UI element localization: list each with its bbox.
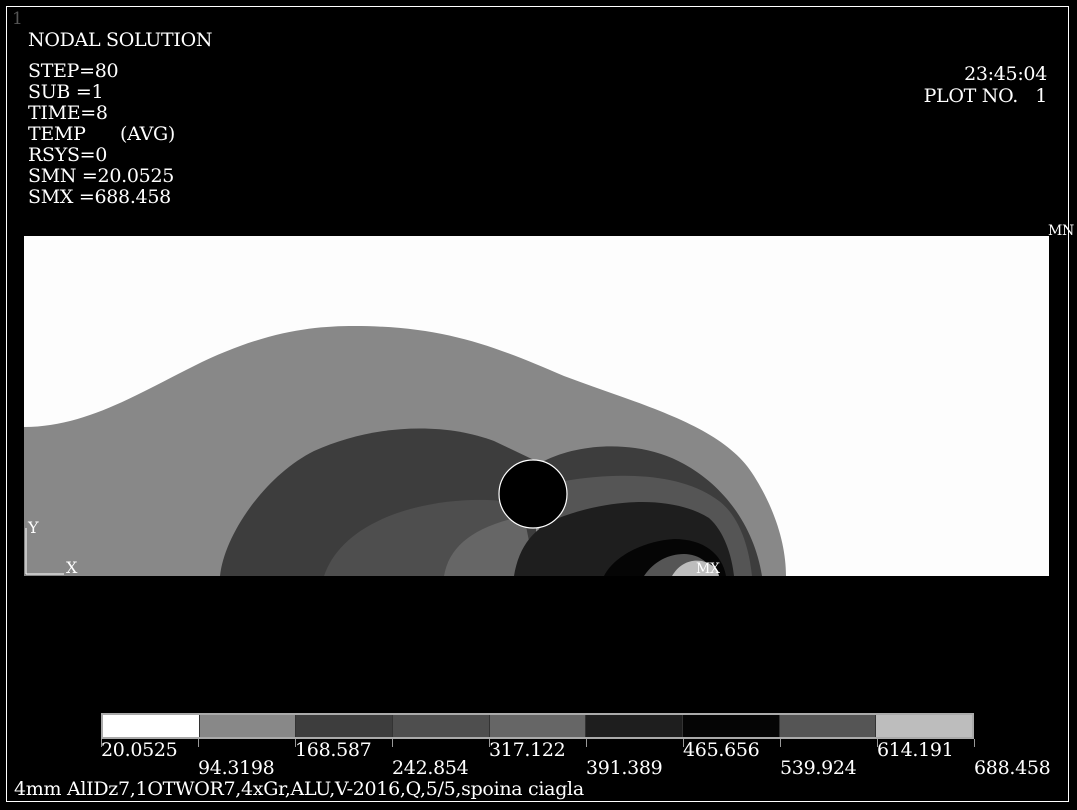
legend-value-label: 242.854: [392, 757, 469, 779]
time-label: TIME=8: [28, 102, 108, 124]
legend-swatch-7: [683, 715, 780, 737]
solution-type-label: NODAL SOLUTION: [28, 29, 213, 51]
step-label: STEP=80: [28, 60, 119, 82]
legend-value-label: 20.0525: [101, 739, 178, 761]
legend-swatch-6: [586, 715, 684, 737]
legend-value-label: 168.587: [295, 739, 372, 761]
legend-swatch-1: [103, 715, 200, 737]
model-title: 4mm AlIDz7,1OTWOR7,4xGr,ALU,V-2016,Q,5/5…: [14, 778, 584, 800]
plot-number-label: PLOT NO. 1: [923, 85, 1048, 107]
smx-label: SMX =688.458: [28, 186, 171, 208]
legend-swatch-3: [296, 715, 394, 737]
legend-tick: [198, 739, 199, 747]
legend-value-label: 539.924: [780, 757, 857, 779]
legend-swatch-8: [779, 715, 877, 737]
smn-label: SMN =20.0525: [28, 165, 175, 187]
legend-value-label: 391.389: [586, 757, 663, 779]
temp-label: TEMP (AVG): [28, 123, 176, 145]
legend-swatch-2: [199, 715, 297, 737]
legend-swatch-9: [876, 715, 973, 737]
max-marker: MX: [696, 561, 720, 577]
legend-tick: [392, 739, 393, 747]
legend-tick: [780, 739, 781, 747]
legend-value-label: 688.458: [974, 757, 1051, 779]
sub-label: SUB =1: [28, 81, 104, 103]
legend-swatch-4: [393, 715, 490, 737]
hole-circle: [498, 459, 568, 529]
legend-swatch-5: [489, 715, 587, 737]
window-number: 1: [12, 9, 23, 29]
legend-tick: [974, 739, 975, 747]
legend-tick: [586, 739, 587, 747]
rsys-label: RSYS=0: [28, 144, 108, 166]
legend-value-label: 94.3198: [198, 757, 275, 779]
contour-plot: [24, 236, 1049, 576]
legend-colorbar: [101, 713, 974, 739]
clock-label: 23:45:04: [964, 63, 1047, 85]
legend-value-label: 614.191: [877, 739, 954, 761]
legend-value-label: 317.122: [489, 739, 566, 761]
legend-value-label: 465.656: [683, 739, 760, 761]
min-marker: MN: [1048, 223, 1074, 239]
axis-y-label: Y: [28, 518, 39, 537]
axis-x-label: X: [66, 558, 78, 577]
